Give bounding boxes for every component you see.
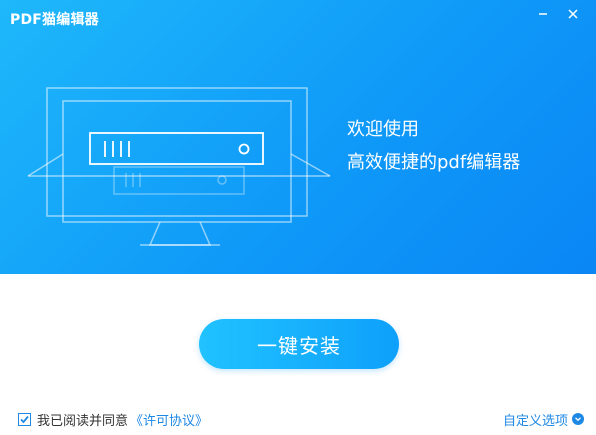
license-link[interactable]: 《许可协议》: [130, 410, 208, 429]
monitor-illustration: [27, 87, 331, 246]
agree-label: 我已阅读并同意: [37, 413, 129, 429]
close-button[interactable]: [562, 4, 584, 24]
close-icon: [568, 9, 578, 19]
install-button[interactable]: 一键安装: [199, 319, 399, 369]
custom-options-button[interactable]: 自定义选项: [502, 410, 584, 429]
custom-options-label: 自定义选项: [502, 413, 568, 429]
minimize-icon: [539, 13, 547, 15]
hero-banner: PDF猫编辑器 欢迎使用 高效便捷的pdf编辑器: [0, 0, 596, 274]
chevron-down-icon: [572, 413, 584, 425]
checkmark-icon: [20, 415, 29, 423]
license-agreement: 我已阅读并同意 《许可协议》: [18, 410, 208, 429]
agree-checkbox[interactable]: [18, 412, 31, 426]
tagline-text: 高效便捷的pdf编辑器: [347, 152, 521, 173]
welcome-text: 欢迎使用: [347, 119, 419, 140]
window-title: PDF猫编辑器: [10, 12, 99, 28]
minimize-button[interactable]: [532, 4, 554, 24]
